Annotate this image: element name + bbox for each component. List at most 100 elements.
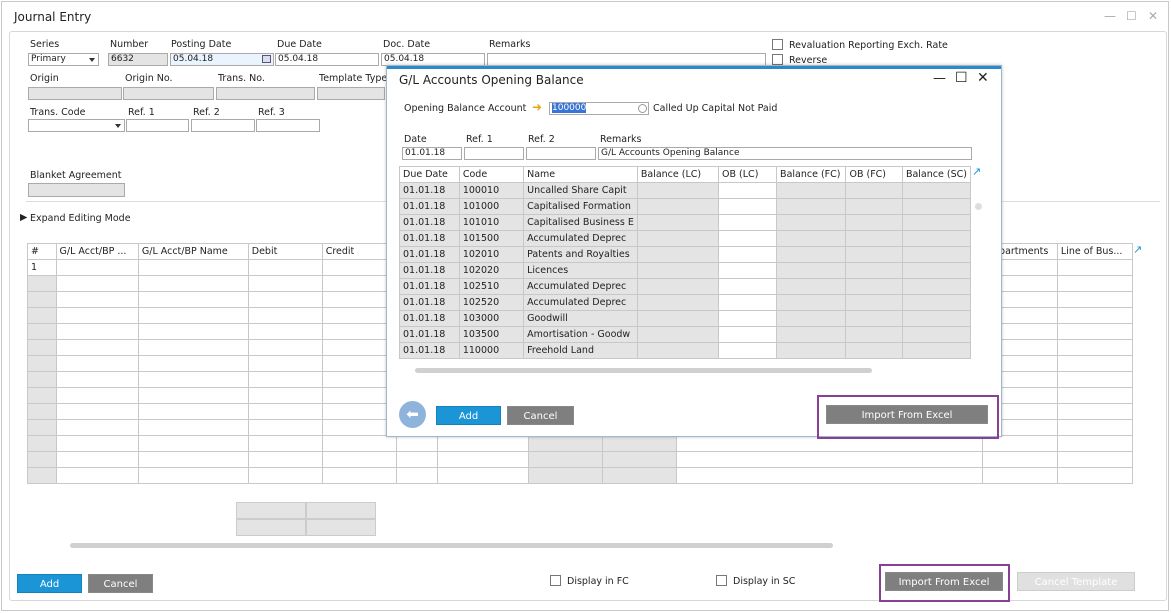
grid-cell[interactable] — [718, 294, 778, 311]
due-date-field[interactable]: 05.04.18 — [275, 53, 379, 66]
expand-grid-icon[interactable]: ↗ — [1133, 243, 1147, 259]
list-item[interactable]: 01.01.18 100010 Uncalled Share Capit — [399, 182, 972, 199]
grid-cell[interactable] — [1056, 387, 1134, 404]
grid-cell[interactable] — [1056, 323, 1134, 340]
grid-cell[interactable] — [718, 278, 778, 295]
grid-cell[interactable] — [1056, 355, 1134, 372]
grid-cell[interactable] — [981, 467, 1058, 484]
grid-cell[interactable] — [981, 451, 1058, 468]
maximize-icon[interactable]: ☐ — [1126, 9, 1137, 23]
grid-cell[interactable] — [137, 451, 249, 468]
grid-cell[interactable] — [1056, 307, 1134, 324]
grid-cell[interactable] — [718, 310, 778, 327]
grid-cell[interactable] — [1056, 435, 1134, 452]
grid-cell[interactable] — [1056, 419, 1134, 436]
dialog-maximize-icon[interactable]: ☐ — [955, 70, 968, 86]
date-field[interactable]: 01.01.18 — [402, 147, 462, 160]
grid-cell[interactable] — [395, 467, 438, 484]
lookup-icon[interactable] — [638, 104, 647, 113]
list-item[interactable]: 01.01.18 102520 Accumulated Deprec — [399, 294, 972, 311]
grid-cell[interactable] — [55, 307, 139, 324]
grid-cell[interactable] — [601, 451, 677, 468]
grid-cell[interactable] — [55, 451, 139, 468]
col-header[interactable]: OB (LC) — [718, 166, 778, 183]
col-header[interactable]: OB (FC) — [845, 166, 903, 183]
grid-cell[interactable] — [321, 451, 397, 468]
col-header[interactable]: Balance (LC) — [636, 166, 720, 183]
grid-cell[interactable] — [1056, 339, 1134, 356]
grid-cell[interactable] — [247, 371, 323, 388]
grid-cell[interactable] — [137, 339, 249, 356]
grid-cell[interactable] — [675, 451, 983, 468]
ob-account-field[interactable]: 100000 — [549, 102, 649, 115]
dialog-remarks-field[interactable]: G/L Accounts Opening Balance — [598, 147, 972, 160]
link-arrow-icon[interactable]: ➜ — [532, 100, 542, 114]
list-item[interactable]: 01.01.18 102510 Accumulated Deprec — [399, 278, 972, 295]
grid-cell[interactable] — [247, 259, 323, 276]
grid-cell[interactable] — [247, 403, 323, 420]
grid-cell[interactable] — [55, 387, 139, 404]
grid-cell[interactable] — [601, 435, 677, 452]
col-header[interactable]: Balance (SC) — [901, 166, 972, 183]
grid-cell[interactable] — [137, 371, 249, 388]
grid-cell[interactable] — [718, 262, 778, 279]
list-item[interactable]: 01.01.18 103000 Goodwill — [399, 310, 972, 327]
number-field[interactable]: 6632 — [108, 53, 168, 66]
ref3-field[interactable] — [256, 119, 320, 132]
grid-cell[interactable] — [55, 371, 139, 388]
col-header[interactable]: Balance (FC) — [776, 166, 847, 183]
list-item[interactable]: 01.01.18 103500 Amortisation - Goodw — [399, 326, 972, 343]
grid-cell[interactable] — [137, 291, 249, 308]
grid-cell[interactable] — [55, 355, 139, 372]
cancel-button[interactable]: Cancel — [88, 574, 153, 593]
grid-cell[interactable] — [247, 355, 323, 372]
table-row[interactable] — [27, 451, 1134, 468]
display-sc-checkbox[interactable] — [716, 575, 727, 586]
grid-cell[interactable] — [247, 291, 323, 308]
grid-cell[interactable] — [718, 214, 778, 231]
dialog-hscrollbar[interactable] — [415, 368, 872, 373]
grid-cell[interactable] — [247, 307, 323, 324]
col-header[interactable]: Due Date — [399, 166, 460, 183]
series-select[interactable]: Primary — [28, 53, 99, 66]
col-header[interactable]: Line of Bus... — [1056, 243, 1134, 260]
ref2-field[interactable] — [191, 119, 255, 132]
grid-cell[interactable] — [718, 342, 778, 359]
grid-cell[interactable] — [55, 467, 139, 484]
list-item[interactable]: 01.01.18 102010 Patents and Royalties — [399, 246, 972, 263]
grid-cell[interactable] — [436, 467, 529, 484]
list-item[interactable]: 01.01.18 102020 Licences — [399, 262, 972, 279]
vertical-scroll-dot[interactable] — [975, 203, 982, 210]
col-header[interactable]: Name — [523, 166, 638, 183]
grid-cell[interactable] — [55, 419, 139, 436]
grid-cell[interactable] — [55, 339, 139, 356]
grid-cell[interactable] — [247, 339, 323, 356]
dialog-expand-grid-icon[interactable]: ↗ — [972, 165, 981, 178]
grid-cell[interactable] — [1056, 451, 1134, 468]
grid-cell[interactable] — [247, 387, 323, 404]
list-item[interactable]: 01.01.18 101500 Accumulated Deprec — [399, 230, 972, 247]
grid-cell[interactable] — [137, 259, 249, 276]
grid-cell[interactable] — [321, 435, 397, 452]
grid-cell[interactable] — [137, 435, 249, 452]
grid-cell[interactable] — [527, 435, 603, 452]
grid-cell[interactable] — [1056, 467, 1134, 484]
dialog-import-excel-button[interactable]: Import From Excel — [826, 405, 988, 424]
col-header[interactable]: Code — [458, 166, 525, 183]
ob-accounts-grid[interactable]: Due Date Code Name Balance (LC) OB (LC) … — [399, 166, 972, 359]
grid-cell[interactable] — [137, 403, 249, 420]
horizontal-scrollbar[interactable] — [70, 543, 833, 548]
grid-cell[interactable] — [718, 182, 778, 199]
expand-toggle-icon[interactable]: ▶ — [20, 212, 27, 223]
grid-cell[interactable] — [718, 246, 778, 263]
grid-cell[interactable] — [1056, 291, 1134, 308]
expand-editing-mode[interactable]: Expand Editing Mode — [30, 213, 131, 224]
grid-cell[interactable] — [55, 275, 139, 292]
grid-cell[interactable] — [395, 451, 438, 468]
dialog-ref1-field[interactable] — [464, 147, 524, 160]
table-row[interactable] — [27, 467, 1134, 484]
grid-cell[interactable] — [137, 467, 249, 484]
grid-cell[interactable] — [1056, 275, 1134, 292]
grid-cell[interactable] — [527, 451, 603, 468]
grid-cell[interactable] — [55, 435, 139, 452]
